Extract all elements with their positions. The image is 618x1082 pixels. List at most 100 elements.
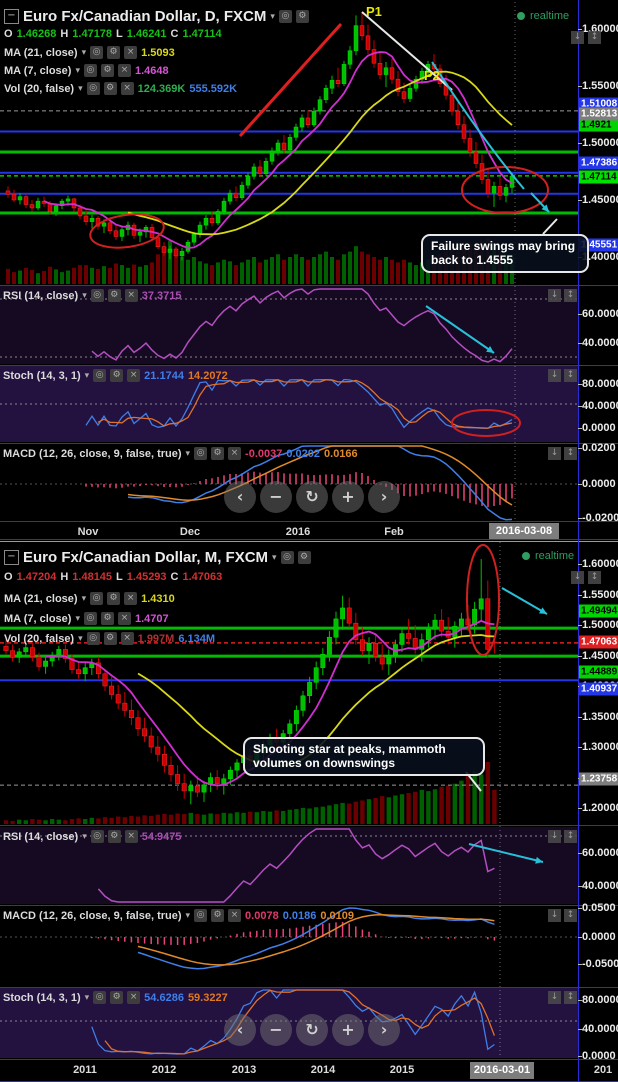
gear-icon[interactable]: ⚙ <box>103 82 117 95</box>
axis-tick <box>578 564 582 565</box>
eye-icon[interactable]: ◎ <box>194 909 208 922</box>
time-axis-label: Nov <box>77 526 99 538</box>
zoom-out-button[interactable]: − <box>260 481 292 513</box>
chevron-down-icon[interactable]: ▾ <box>75 614 80 624</box>
gear-icon[interactable]: ⚙ <box>110 369 124 382</box>
chevron-down-icon[interactable]: ▾ <box>75 66 80 76</box>
maximize-pane-button[interactable]: ↕ <box>564 447 577 460</box>
gear-icon[interactable]: ⚙ <box>110 991 124 1004</box>
chevron-down-icon[interactable]: ▾ <box>85 371 90 381</box>
eye-icon[interactable]: ◎ <box>86 82 100 95</box>
reset-view-button[interactable]: ↻ <box>296 1014 328 1046</box>
maximize-pane-button[interactable]: ↕ <box>588 571 601 584</box>
eye-icon[interactable]: ◎ <box>280 551 294 564</box>
collapse-pane-button[interactable]: ↓ <box>548 447 561 460</box>
gear-icon[interactable]: ⚙ <box>100 612 114 625</box>
annotation-daily[interactable]: Failure swings may bring back to 1.4555 <box>421 234 589 273</box>
vol-ma-value: 555.592K <box>189 82 238 95</box>
chart-title[interactable]: Euro Fx/Canadian Dollar, D, FXCM <box>23 8 266 25</box>
rsi-value: 54.9475 <box>141 830 182 843</box>
collapse-pane-button[interactable]: ↓ <box>548 991 561 1004</box>
zoom-in-button[interactable]: + <box>332 1014 364 1046</box>
eye-icon[interactable]: ◎ <box>194 447 208 460</box>
maximize-pane-button[interactable]: ↕ <box>564 991 577 1004</box>
chevron-down-icon[interactable]: ▾ <box>82 48 87 58</box>
scroll-left-button[interactable]: ‹ <box>224 1014 256 1046</box>
gear-icon[interactable]: ⚙ <box>103 632 117 645</box>
chevron-down-icon[interactable]: ▾ <box>270 12 275 22</box>
gear-icon[interactable]: ⚙ <box>100 64 114 77</box>
eye-icon[interactable]: ◎ <box>278 10 292 23</box>
collapse-pane-button[interactable]: ↓ <box>548 830 561 843</box>
eye-icon[interactable]: ◎ <box>83 64 97 77</box>
realtime-indicator: realtime <box>522 550 574 562</box>
chevron-down-icon[interactable]: ▾ <box>82 291 87 301</box>
gear-icon[interactable]: ⚙ <box>211 447 225 460</box>
maximize-pane-button[interactable]: ↕ <box>564 830 577 843</box>
collapse-chart-icon[interactable]: − <box>4 550 19 565</box>
close-icon[interactable]: × <box>124 289 138 302</box>
chevron-down-icon[interactable]: ▾ <box>272 553 277 563</box>
close-icon[interactable]: × <box>124 46 138 59</box>
zoom-out-button[interactable]: − <box>260 1014 292 1046</box>
maximize-pane-button[interactable]: ↕ <box>564 289 577 302</box>
chevron-down-icon[interactable]: ▾ <box>85 993 90 1003</box>
gear-icon[interactable]: ⚙ <box>295 10 309 23</box>
gear-icon[interactable]: ⚙ <box>107 46 121 59</box>
eye-icon[interactable]: ◎ <box>90 830 104 843</box>
close-icon[interactable]: × <box>117 612 131 625</box>
close-icon[interactable]: × <box>127 991 141 1004</box>
scroll-left-button[interactable]: ‹ <box>224 481 256 513</box>
gear-icon[interactable]: ⚙ <box>211 909 225 922</box>
gear-icon[interactable]: ⚙ <box>107 289 121 302</box>
collapse-pane-button[interactable]: ↓ <box>548 289 561 302</box>
gear-icon[interactable]: ⚙ <box>107 592 121 605</box>
collapse-pane-button[interactable]: ↓ <box>571 571 584 584</box>
close-icon[interactable]: × <box>120 82 134 95</box>
scroll-right-button[interactable]: › <box>368 481 400 513</box>
p1-label[interactable]: P1 <box>366 4 382 19</box>
gear-icon[interactable]: ⚙ <box>297 551 311 564</box>
gear-icon[interactable]: ⚙ <box>107 830 121 843</box>
eye-icon[interactable]: ◎ <box>83 612 97 625</box>
maximize-pane-button[interactable]: ↕ <box>588 31 601 44</box>
p2-label[interactable]: P2 <box>424 68 440 83</box>
chevron-down-icon[interactable]: ▾ <box>186 911 191 921</box>
chevron-down-icon[interactable]: ▾ <box>78 634 83 644</box>
chevron-down-icon[interactable]: ▾ <box>82 832 87 842</box>
chart-title[interactable]: Euro Fx/Canadian Dollar, M, FXCM <box>23 549 268 566</box>
close-icon[interactable]: × <box>124 830 138 843</box>
close-icon[interactable]: × <box>228 909 242 922</box>
eye-icon[interactable]: ◎ <box>93 369 107 382</box>
eye-icon[interactable]: ◎ <box>90 46 104 59</box>
eye-icon[interactable]: ◎ <box>90 289 104 302</box>
rsi-value: 37.3715 <box>141 289 182 302</box>
maximize-pane-button[interactable]: ↕ <box>564 369 577 382</box>
price-badge: 1.47386 <box>579 156 618 170</box>
vol-value: 1.997M <box>137 632 175 645</box>
chevron-down-icon[interactable]: ▾ <box>78 84 83 94</box>
close-icon[interactable]: × <box>127 369 141 382</box>
zoom-in-button[interactable]: + <box>332 481 364 513</box>
collapse-pane-button[interactable]: ↓ <box>548 909 561 922</box>
maximize-pane-button[interactable]: ↕ <box>564 909 577 922</box>
chevron-down-icon[interactable]: ▾ <box>82 594 87 604</box>
collapse-pane-button[interactable]: ↓ <box>548 369 561 382</box>
scroll-right-button[interactable]: › <box>368 1014 400 1046</box>
collapse-pane-button[interactable]: ↓ <box>571 31 584 44</box>
eye-icon[interactable]: ◎ <box>90 592 104 605</box>
indicator-axis-label: 0.0000 <box>582 478 616 490</box>
reset-view-button[interactable]: ↻ <box>296 481 328 513</box>
axis-tick <box>578 594 582 596</box>
close-icon[interactable]: × <box>228 447 242 460</box>
collapse-chart-icon[interactable]: − <box>4 9 19 24</box>
close-icon[interactable]: × <box>117 64 131 77</box>
time-axis-label: 2012 <box>151 1064 177 1076</box>
axis-tick <box>578 747 582 748</box>
close-icon[interactable]: × <box>124 592 138 605</box>
eye-icon[interactable]: ◎ <box>86 632 100 645</box>
eye-icon[interactable]: ◎ <box>93 991 107 1004</box>
chevron-down-icon[interactable]: ▾ <box>186 449 191 459</box>
close-icon[interactable]: × <box>120 632 134 645</box>
annotation-monthly[interactable]: Shooting star at peaks, mammoth volumes … <box>243 737 485 776</box>
